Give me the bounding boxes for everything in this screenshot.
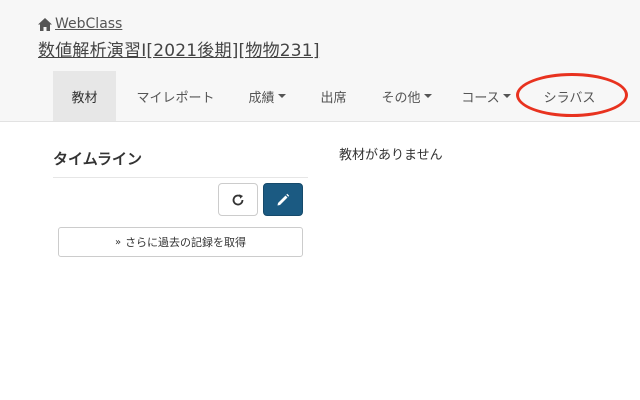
tab-materials-label: 教材	[71, 90, 98, 106]
course-header: WebClass 数値解析演習Ⅰ[2021後期][物物231] 教材 マイレポー…	[0, 0, 640, 122]
empty-materials-message: 教材がありません	[339, 148, 443, 163]
edit-button[interactable]	[263, 183, 303, 216]
tab-attendance-label: 出席	[320, 90, 347, 106]
refresh-button[interactable]	[218, 183, 258, 216]
refresh-icon	[232, 193, 244, 205]
timeline-title: タイムライン	[53, 150, 142, 168]
load-older-records-button[interactable]: » さらに過去の記録を取得	[58, 227, 303, 257]
tab-other-label: その他	[381, 90, 421, 106]
chevron-down-icon	[502, 94, 511, 98]
timeline-divider	[53, 177, 308, 178]
course-title[interactable]: 数値解析演習Ⅰ[2021後期][物物231]	[38, 36, 320, 61]
chevron-down-icon	[423, 94, 432, 98]
tab-grades[interactable]: 成績	[235, 71, 299, 121]
tab-syllabus-label: シラバス	[543, 90, 596, 106]
tab-my-reports-label: マイレポート	[136, 90, 215, 106]
double-chevron-right-icon: »	[114, 236, 122, 248]
load-older-records-label: さらに過去の記録を取得	[125, 236, 247, 249]
webclass-home-link[interactable]: WebClass	[38, 16, 122, 32]
chevron-down-icon	[277, 94, 286, 98]
tab-my-reports[interactable]: マイレポート	[116, 71, 235, 121]
tab-syllabus[interactable]: シラバス	[527, 71, 612, 121]
tab-materials[interactable]: 教材	[53, 71, 116, 121]
pencil-icon	[277, 193, 290, 205]
tab-course[interactable]: コース	[445, 71, 527, 121]
home-icon	[38, 17, 52, 31]
tab-attendance[interactable]: 出席	[299, 71, 368, 121]
tab-other[interactable]: その他	[368, 71, 445, 121]
home-link-label: WebClass	[55, 16, 123, 32]
course-nav: 教材 マイレポート 成績 出席 その他 コース シラバス	[53, 71, 612, 121]
tab-grades-label: 成績	[248, 90, 275, 106]
tab-course-label: コース	[461, 90, 500, 106]
